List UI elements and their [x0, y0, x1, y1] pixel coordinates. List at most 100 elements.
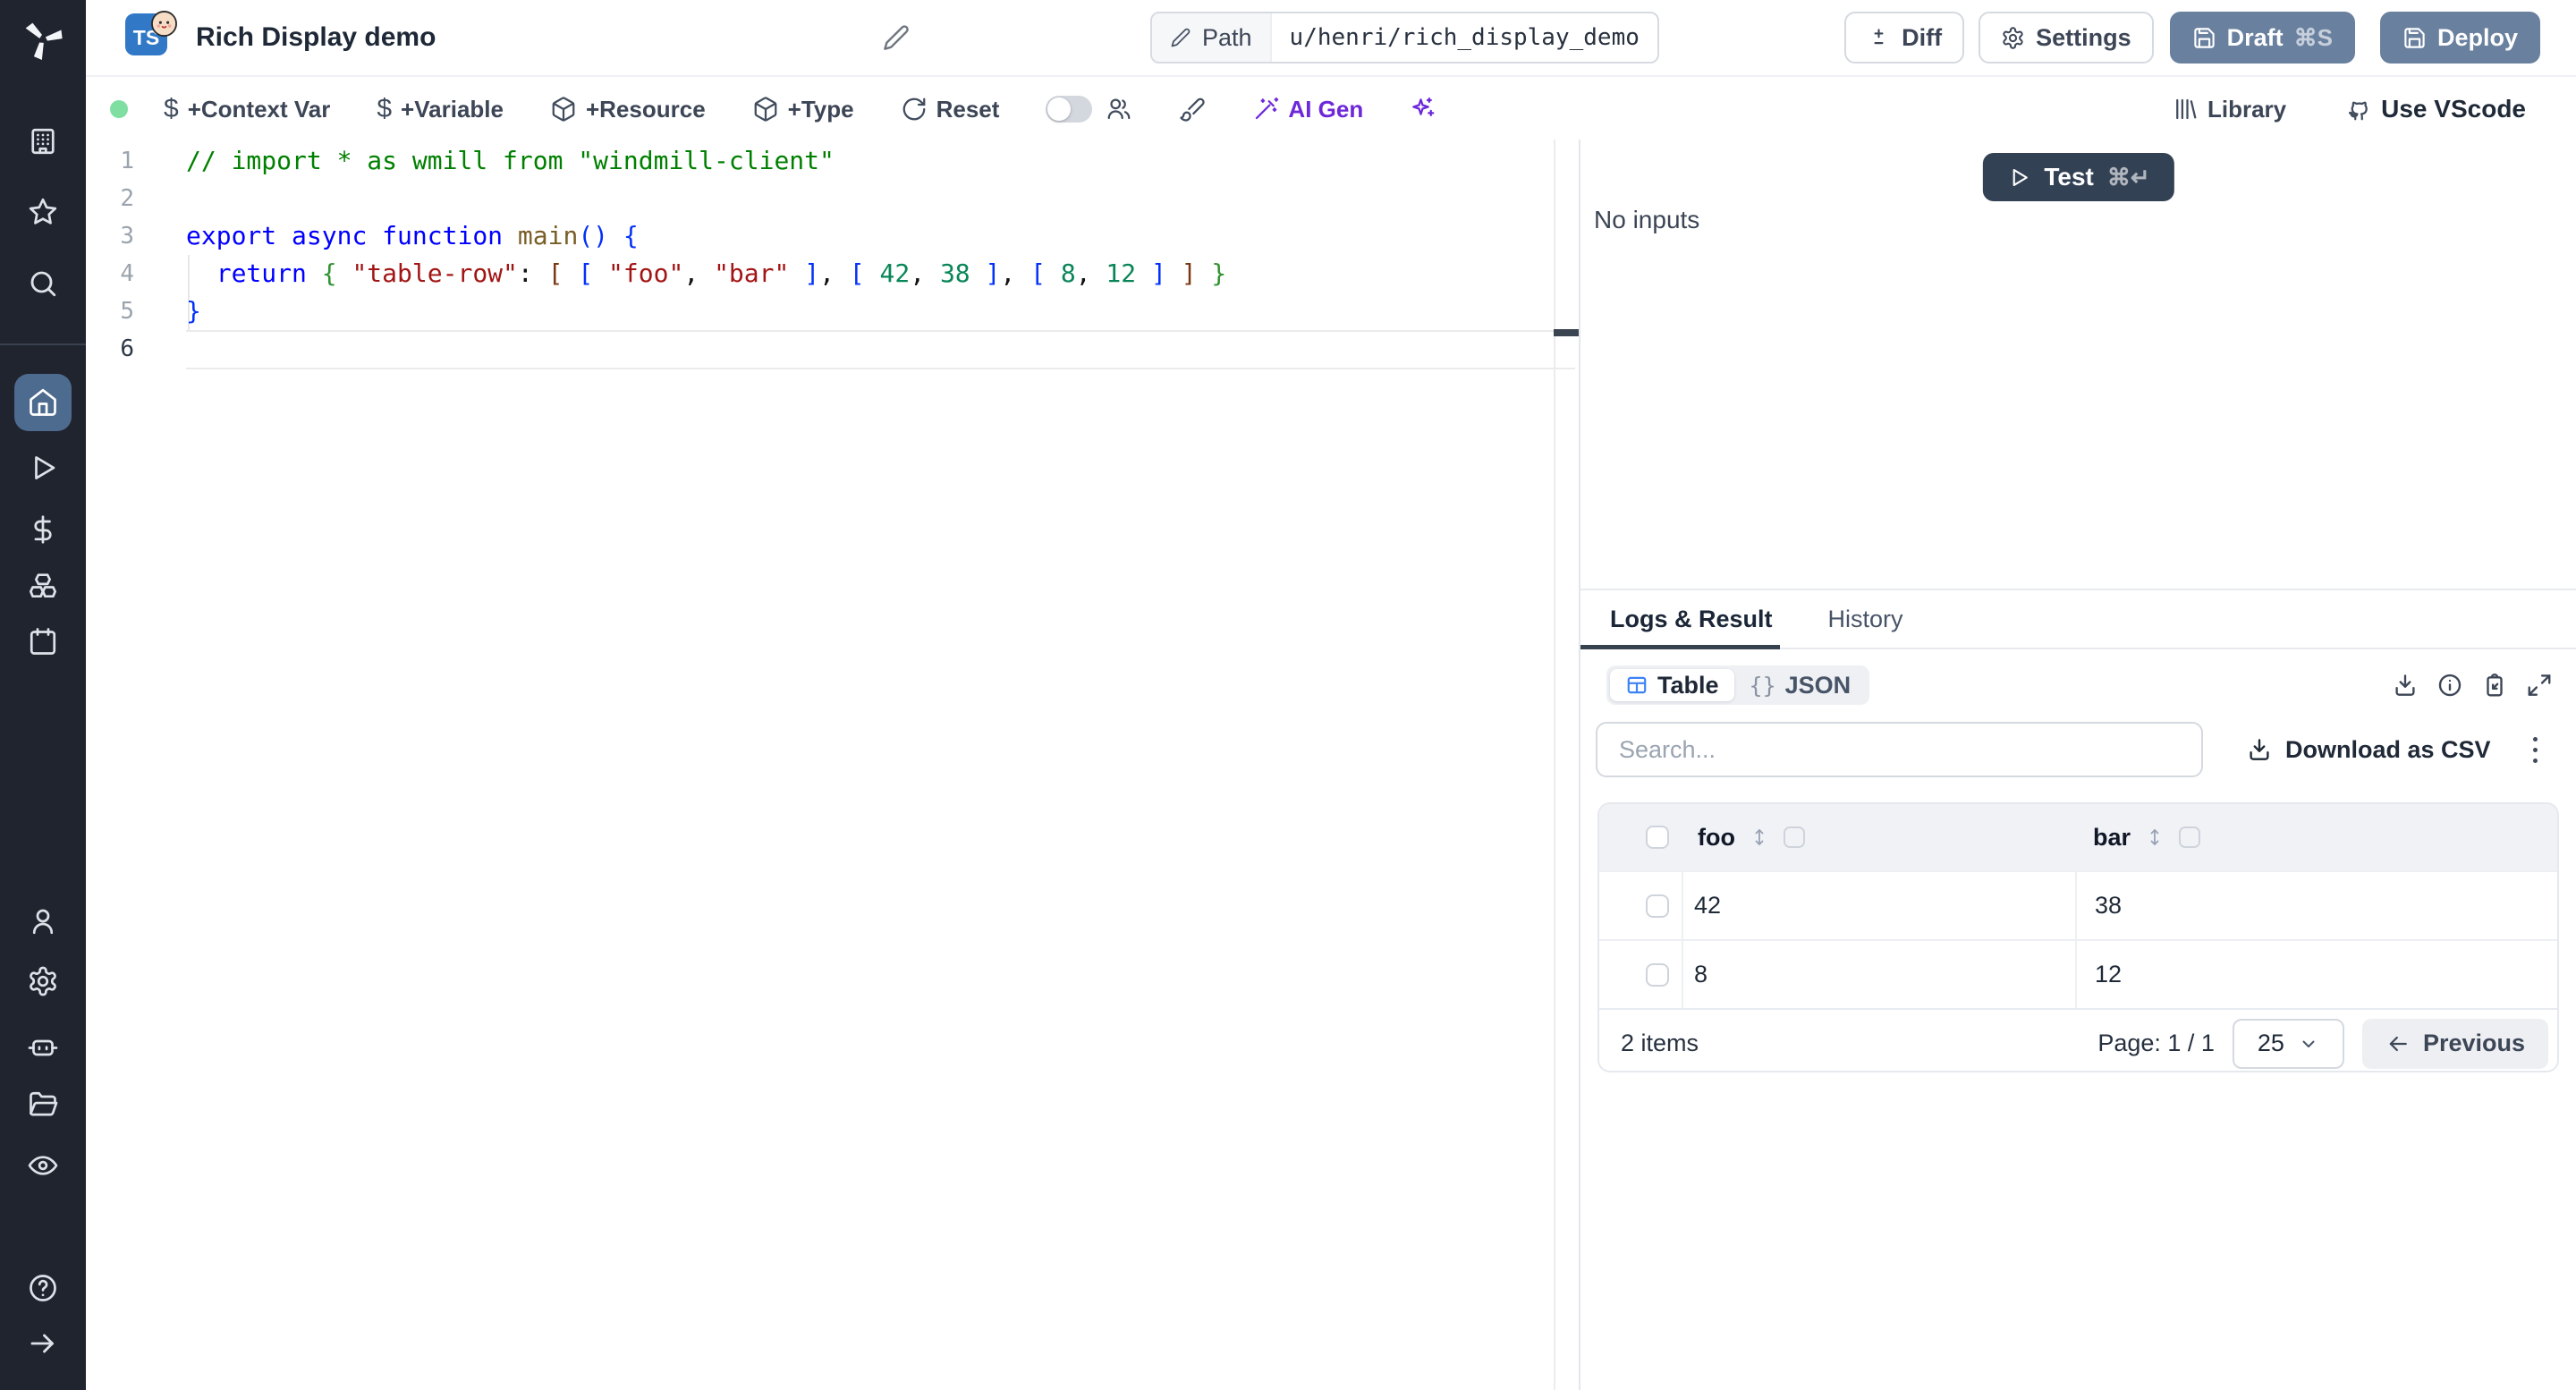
arrow-right-icon [27, 1327, 59, 1360]
view-toggle-json[interactable]: {} JSON [1734, 669, 1867, 701]
view-toggle: Table {} JSON [1606, 665, 1870, 705]
deploy-button[interactable]: Deploy [2379, 12, 2540, 64]
test-button[interactable]: Test ⌘↵ [1982, 153, 2174, 201]
brush-icon [1179, 96, 1206, 123]
editor-gutter: 1 2 3 4 5 6 [86, 142, 186, 368]
column-header-bar[interactable]: bar [2093, 824, 2131, 852]
path-chip[interactable]: Path u/henri/rich_display_demo [1150, 12, 1659, 64]
test-shortcut: ⌘↵ [2106, 163, 2150, 191]
sort-icon[interactable] [2144, 826, 2165, 848]
row-checkbox[interactable] [1646, 894, 1669, 918]
code-editor[interactable]: 1 2 3 4 5 6 // import * as wmill from "windmi… [86, 140, 1580, 1390]
edit-summary-button[interactable] [882, 21, 914, 54]
draft-button[interactable]: Draft ⌘S [2169, 12, 2355, 64]
sidebar-item-variables[interactable] [14, 501, 72, 558]
sidebar-item-home[interactable] [14, 374, 72, 431]
sidebar-item-workers[interactable] [14, 1018, 72, 1075]
add-type-button[interactable]: +Type [752, 96, 854, 123]
cell-foo: 42 [1682, 872, 2075, 939]
toolbar-right: Library Use VScode [2172, 95, 2576, 123]
users-icon [1106, 96, 1132, 123]
table-icon [1625, 674, 1648, 697]
result-info-button[interactable] [2436, 671, 2465, 699]
ai-gen-button[interactable]: AI Gen [1252, 96, 1363, 123]
editor-code[interactable]: // import * as wmill from "windmill-clie… [186, 142, 1552, 368]
pencil-icon [1170, 27, 1191, 48]
download-result-button[interactable] [2392, 671, 2420, 699]
select-all-checkbox[interactable] [1646, 826, 1669, 849]
gear-icon [27, 965, 59, 997]
toggle-knob [1047, 97, 1072, 121]
items-count: 2 items [1621, 1030, 1699, 1056]
sidebar-item-settings[interactable] [14, 953, 72, 1010]
dollar-icon: $ [164, 94, 179, 123]
sidebar-item-resources[interactable] [14, 557, 72, 614]
table-footer: 2 items Page: 1 / 1 25 Previous [1599, 1008, 2557, 1071]
tab-logs-result[interactable]: Logs & Result [1610, 606, 1773, 633]
sidebar-item-workspace[interactable] [14, 113, 72, 170]
sort-icon[interactable] [1749, 826, 1770, 848]
diff-icon [1867, 26, 1891, 50]
gear-icon [2001, 26, 2025, 50]
info-icon [2436, 672, 2465, 699]
row-checkbox[interactable] [1646, 962, 1669, 987]
view-toggle-table[interactable]: Table [1610, 669, 1734, 701]
result-action-icons [2392, 671, 2555, 699]
result-table: foo bar 42 38 8 12 2 items Page: 1 / 1 2… [1597, 802, 2559, 1072]
title-bar: TS Rich Display demo Path u/henri/rich_d… [86, 0, 2576, 77]
sidebar-item-schedules[interactable] [14, 613, 72, 670]
sidebar-item-users[interactable] [14, 893, 72, 950]
library-button[interactable]: Library [2172, 96, 2286, 123]
column-option-toggle[interactable] [2179, 826, 2201, 848]
reset-button[interactable]: Reset [901, 96, 999, 123]
package-icon [550, 96, 577, 123]
table-search-input[interactable] [1596, 722, 2203, 777]
table-menu-button[interactable] [2519, 726, 2551, 773]
page-size-select[interactable]: 25 [2232, 1018, 2344, 1069]
table-row: 8 12 [1599, 939, 2557, 1008]
tab-history[interactable]: History [1828, 606, 1903, 633]
code-line[interactable]: } [186, 292, 1552, 330]
copy-result-button[interactable] [2481, 671, 2510, 699]
arrow-left-icon [2385, 1031, 2411, 1056]
line-number: 5 [120, 298, 134, 325]
ai-sparkles-button[interactable] [1410, 96, 1436, 123]
path-value: u/henri/rich_display_demo [1289, 24, 1640, 51]
sidebar-item-search[interactable] [14, 255, 72, 312]
download-csv-button[interactable]: Download as CSV [2246, 722, 2491, 777]
sidebar-item-folders[interactable] [14, 1076, 72, 1133]
code-line[interactable]: export async function main() { [186, 217, 1552, 255]
code-line[interactable]: return { "table-row": [ [ "foo", "bar" ]… [186, 255, 1552, 292]
previous-page-button[interactable]: Previous [2361, 1018, 2548, 1069]
editor-scrollbar[interactable] [1554, 140, 1555, 1390]
add-resource-button[interactable]: +Resource [550, 96, 706, 123]
multiplayer-toggle[interactable] [1046, 96, 1093, 123]
sidebar-item-audit[interactable] [14, 1137, 72, 1194]
code-line[interactable] [186, 330, 1552, 368]
pencil-icon [882, 23, 914, 52]
rotate-cw-icon [901, 96, 928, 123]
diff-button[interactable]: Diff [1844, 12, 1965, 64]
editor-toolbar: $ +Context Var $ +Variable +Resource +Ty… [86, 77, 2576, 143]
expand-result-button[interactable] [2526, 671, 2555, 699]
sidebar-expand-button[interactable] [14, 1315, 72, 1372]
page-title: Rich Display demo [196, 22, 436, 52]
add-context-var-button[interactable]: $ +Context Var [164, 96, 330, 123]
sidebar-item-help[interactable] [14, 1259, 72, 1317]
play-icon [2006, 165, 2030, 190]
building-icon [27, 125, 59, 157]
code-line[interactable] [186, 180, 1552, 217]
settings-button[interactable]: Settings [1979, 12, 2154, 64]
code-line[interactable]: // import * as wmill from "windmill-clie… [186, 142, 1552, 180]
windmill-logo[interactable] [20, 16, 66, 63]
sparkles-icon [1410, 96, 1436, 123]
add-variable-button[interactable]: $ +Variable [377, 96, 504, 123]
folder-icon [27, 1089, 59, 1121]
page-indicator: Page: 1 / 1 [2097, 1030, 2215, 1056]
format-button[interactable] [1179, 96, 1206, 123]
column-header-foo[interactable]: foo [1698, 824, 1735, 852]
column-option-toggle[interactable] [1783, 826, 1805, 848]
sidebar-item-favorites[interactable] [14, 183, 72, 241]
use-vscode-button[interactable]: Use VScode [2345, 95, 2526, 123]
sidebar-item-runs[interactable] [14, 439, 72, 496]
